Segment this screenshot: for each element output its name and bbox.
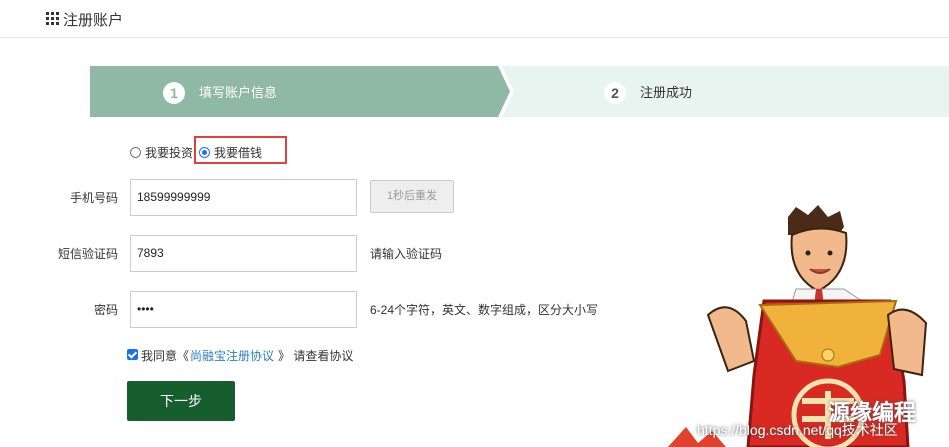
resend-code-button[interactable]: 1秒后重发: [370, 180, 454, 213]
page-title: 注册账户: [63, 12, 124, 29]
radio-invest-label[interactable]: 我要投资: [145, 144, 193, 161]
sms-code-input[interactable]: 7893: [130, 235, 357, 272]
grid-icon: [46, 12, 59, 25]
watermark-url: https://blog.csdn.net/qq技术社区: [697, 422, 898, 438]
agreement-checkbox[interactable]: [127, 349, 138, 360]
page-header: 注册账户: [0, 0, 949, 38]
next-step-button[interactable]: 下一步: [127, 381, 235, 421]
password-hint: 6-24个字符，英文、数字组成，区分大小写: [370, 303, 599, 317]
agreement-suffix: 》 请查看协议: [278, 349, 354, 363]
phone-input[interactable]: 18599999999: [130, 179, 357, 216]
step-1: 1 填写账户信息: [90, 66, 510, 117]
agreement-link[interactable]: 尚融宝注册协议: [190, 347, 274, 364]
radio-borrow-label[interactable]: 我要借钱: [214, 144, 262, 161]
step-2-number: 2: [604, 82, 626, 104]
step-1-number: 1: [163, 82, 185, 104]
step-1-label: 填写账户信息: [199, 85, 278, 100]
step-progress: 1 填写账户信息 2 注册成功: [90, 66, 949, 117]
phone-label: 手机号码: [69, 191, 118, 205]
sms-code-hint: 请输入验证码: [370, 247, 443, 261]
sms-code-label: 短信验证码: [57, 247, 118, 261]
password-input[interactable]: ••••: [130, 291, 357, 328]
radio-borrow[interactable]: [199, 147, 210, 158]
password-label: 密码: [93, 303, 118, 317]
agreement-prefix: 我同意《: [141, 349, 190, 363]
radio-invest[interactable]: [130, 147, 141, 158]
step-2-label: 注册成功: [640, 85, 693, 100]
